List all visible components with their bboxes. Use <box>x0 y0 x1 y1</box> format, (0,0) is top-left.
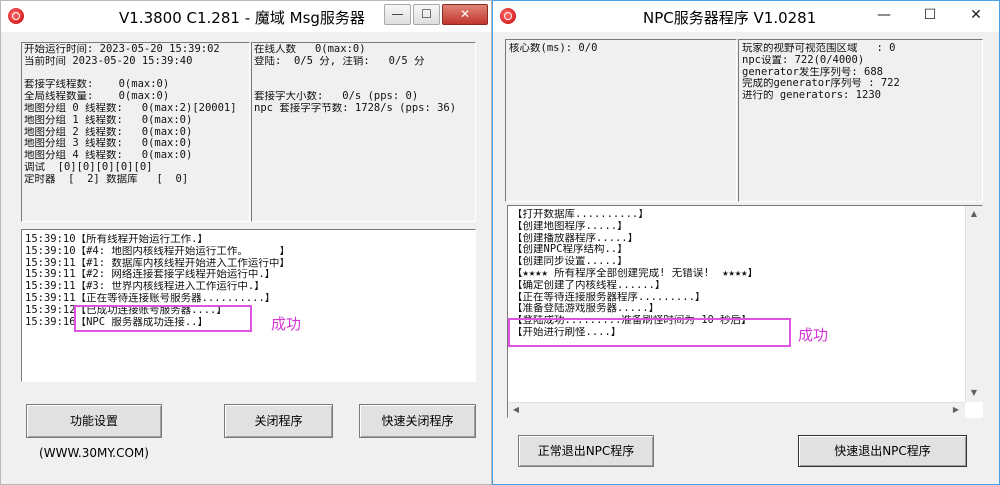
stat-line: 进行的 generators: 1230 <box>742 90 881 102</box>
stat-line: 在线人数 0(max:0) <box>254 44 366 55</box>
stat-line <box>24 68 249 80</box>
close-button[interactable]: ✕ <box>953 1 999 30</box>
msg-server-window: V1.3800 C1.281 - 魔域 Msg服务器 — ☐ ✕ 开始运行时间:… <box>0 0 492 485</box>
log-line: 15:39:10【#4: 地图内核线程开始运行工作。 】 <box>25 245 290 257</box>
stat-line: 地图分组 4 线程数: 0(max:0) <box>24 150 193 162</box>
scroll-down-arrow-icon[interactable]: ▼ <box>967 386 981 400</box>
vertical-scrollbar[interactable]: ▲ ▼ <box>965 206 983 402</box>
npc-server-window: NPC服务器程序 V1.0281 — ☐ ✕ 核心数(ms): 0/0 玩家的视… <box>492 0 1000 485</box>
stat-line: 开始运行时间: 2023-05-20 15:39:02 <box>24 44 220 55</box>
stat-line: 地图分组 2 线程数: 0(max:0) <box>24 126 193 138</box>
success-highlight-box <box>508 318 791 347</box>
log-line: 【创建地图程序.....】 <box>512 220 628 232</box>
log-line: 15:39:11【#2: 网络连接套接字线程开始运行中.】 <box>25 269 276 281</box>
stat-line: generator发生序列号: 688 <box>742 66 884 78</box>
stat-line <box>254 68 475 80</box>
minimize-button[interactable]: — <box>861 1 907 30</box>
titlebar[interactable]: NPC服务器程序 V1.0281 — ☐ ✕ <box>493 1 999 32</box>
stat-line: 地图分组 0 线程数: 0(max:2)[20001] <box>24 102 237 114</box>
stats-right-list: 在线人数 0(max:0) 登陆: 0/5 分, 注销: 0/5 分套接字大小数:… <box>252 43 475 115</box>
scroll-up-arrow-icon[interactable]: ▲ <box>967 207 981 221</box>
stat-line: 地图分组 1 线程数: 0(max:0) <box>24 114 193 126</box>
stat-line: 玩家的视野可视范围区域 : 0 <box>742 43 896 54</box>
log-line: 【创建NPC程序结构..】 <box>512 244 628 256</box>
quick-exit-button[interactable]: 快速退出NPC程序 <box>798 435 967 467</box>
log-line: 【★★★★ 所有程序全部创建完成! 无错误! ★★★★】 <box>512 267 759 279</box>
stat-line: npc 套接字字节数: 1728/s (pps: 36) <box>254 102 457 114</box>
log-box[interactable]: 【打开数据库..........】 【创建地图程序.....】 【创建播放器程序..… <box>507 205 983 418</box>
app-icon <box>500 8 516 24</box>
log-line: 15:39:11【#1: 数据库内核线程开始进入工作运行中】 <box>25 257 290 269</box>
log-line: 【确定创建了内核线程......】 <box>512 279 666 291</box>
success-annotation: 成功 <box>271 315 302 333</box>
log-line: 【创建播放器程序.....】 <box>512 232 639 244</box>
log-line: 15:39:11【正在等待连接账号服务器..........】 <box>25 292 276 304</box>
close-program-button[interactable]: 关闭程序 <box>224 404 333 438</box>
stat-line: 地图分组 3 线程数: 0(max:0) <box>24 138 193 150</box>
stats-panel-right: 在线人数 0(max:0) 登陆: 0/5 分, 注销: 0/5 分套接字大小数:… <box>251 42 476 222</box>
log-line: 【打开数据库..........】 <box>512 209 649 220</box>
close-button[interactable]: ✕ <box>442 4 488 25</box>
stat-line: 套接字线程数: 0(max:0) <box>24 79 170 91</box>
stat-line: 定时器 [ 2] 数据库 [ 0] <box>24 173 189 185</box>
quick-close-button[interactable]: 快速关闭程序 <box>359 404 476 438</box>
stat-line: 核心数(ms): 0/0 <box>509 43 598 54</box>
titlebar[interactable]: V1.3800 C1.281 - 魔域 Msg服务器 — ☐ ✕ <box>1 1 491 32</box>
window-title: V1.3800 C1.281 - 魔域 Msg服务器 <box>119 9 365 27</box>
app-icon <box>8 8 24 24</box>
log-line: 15:39:11【#3: 世界内核线程进入工作运行中.】 <box>25 281 265 293</box>
log-line: 【创建同步设置.....】 <box>512 256 628 268</box>
stats-panel-left: 核心数(ms): 0/0 <box>505 39 737 202</box>
stat-line: 当前时间 2023-05-20 15:39:40 <box>24 55 193 67</box>
stat-line: 全局线程数量: 0(max:0) <box>24 91 170 103</box>
log-line: 15:39:10【所有线程开始运行工作.】 <box>25 234 208 245</box>
minimize-button[interactable]: — <box>384 4 411 25</box>
stats-panel-right: 玩家的视野可视范围区域 : 0 npc设置: 722(0/4000) generat… <box>738 39 983 202</box>
success-highlight-box <box>74 305 252 332</box>
stat-line <box>254 79 475 91</box>
maximize-button[interactable]: ☐ <box>413 4 440 25</box>
stats-panel-left: 开始运行时间: 2023-05-20 15:39:02 当前时间 2023-05-… <box>21 42 250 222</box>
horizontal-scrollbar[interactable]: ◀ ▶ <box>508 402 965 418</box>
stats-left-list: 开始运行时间: 2023-05-20 15:39:02 当前时间 2023-05-… <box>22 43 249 186</box>
scroll-left-arrow-icon[interactable]: ◀ <box>509 403 523 417</box>
log-line: 【准备登陆游戏服务器.....】 <box>512 303 660 315</box>
stats-left-list: 核心数(ms): 0/0 <box>506 40 736 55</box>
stats-right-list: 玩家的视野可视范围区域 : 0 npc设置: 722(0/4000) generat… <box>739 40 982 102</box>
stat-line: 套接字大小数: 0/s (pps: 0) <box>254 91 419 103</box>
stat-line: 登陆: 0/5 分, 注销: 0/5 分 <box>254 55 425 67</box>
window-title: NPC服务器程序 V1.0281 <box>643 9 817 27</box>
scroll-right-arrow-icon[interactable]: ▶ <box>949 403 963 417</box>
settings-button[interactable]: 功能设置(WWW.30MY.COM) <box>26 404 162 460</box>
stat-line: 调试 [0][0][0][0][0] <box>24 161 153 173</box>
stat-line: 完成的generator序列号 : 722 <box>742 78 900 90</box>
success-annotation: 成功 <box>798 326 829 344</box>
normal-exit-button[interactable]: 正常退出NPC程序 <box>518 435 654 467</box>
log-line: 【正在等待连接服务器程序.........】 <box>512 291 706 303</box>
stat-line: npc设置: 722(0/4000) <box>742 54 865 66</box>
maximize-button[interactable]: ☐ <box>907 1 953 30</box>
